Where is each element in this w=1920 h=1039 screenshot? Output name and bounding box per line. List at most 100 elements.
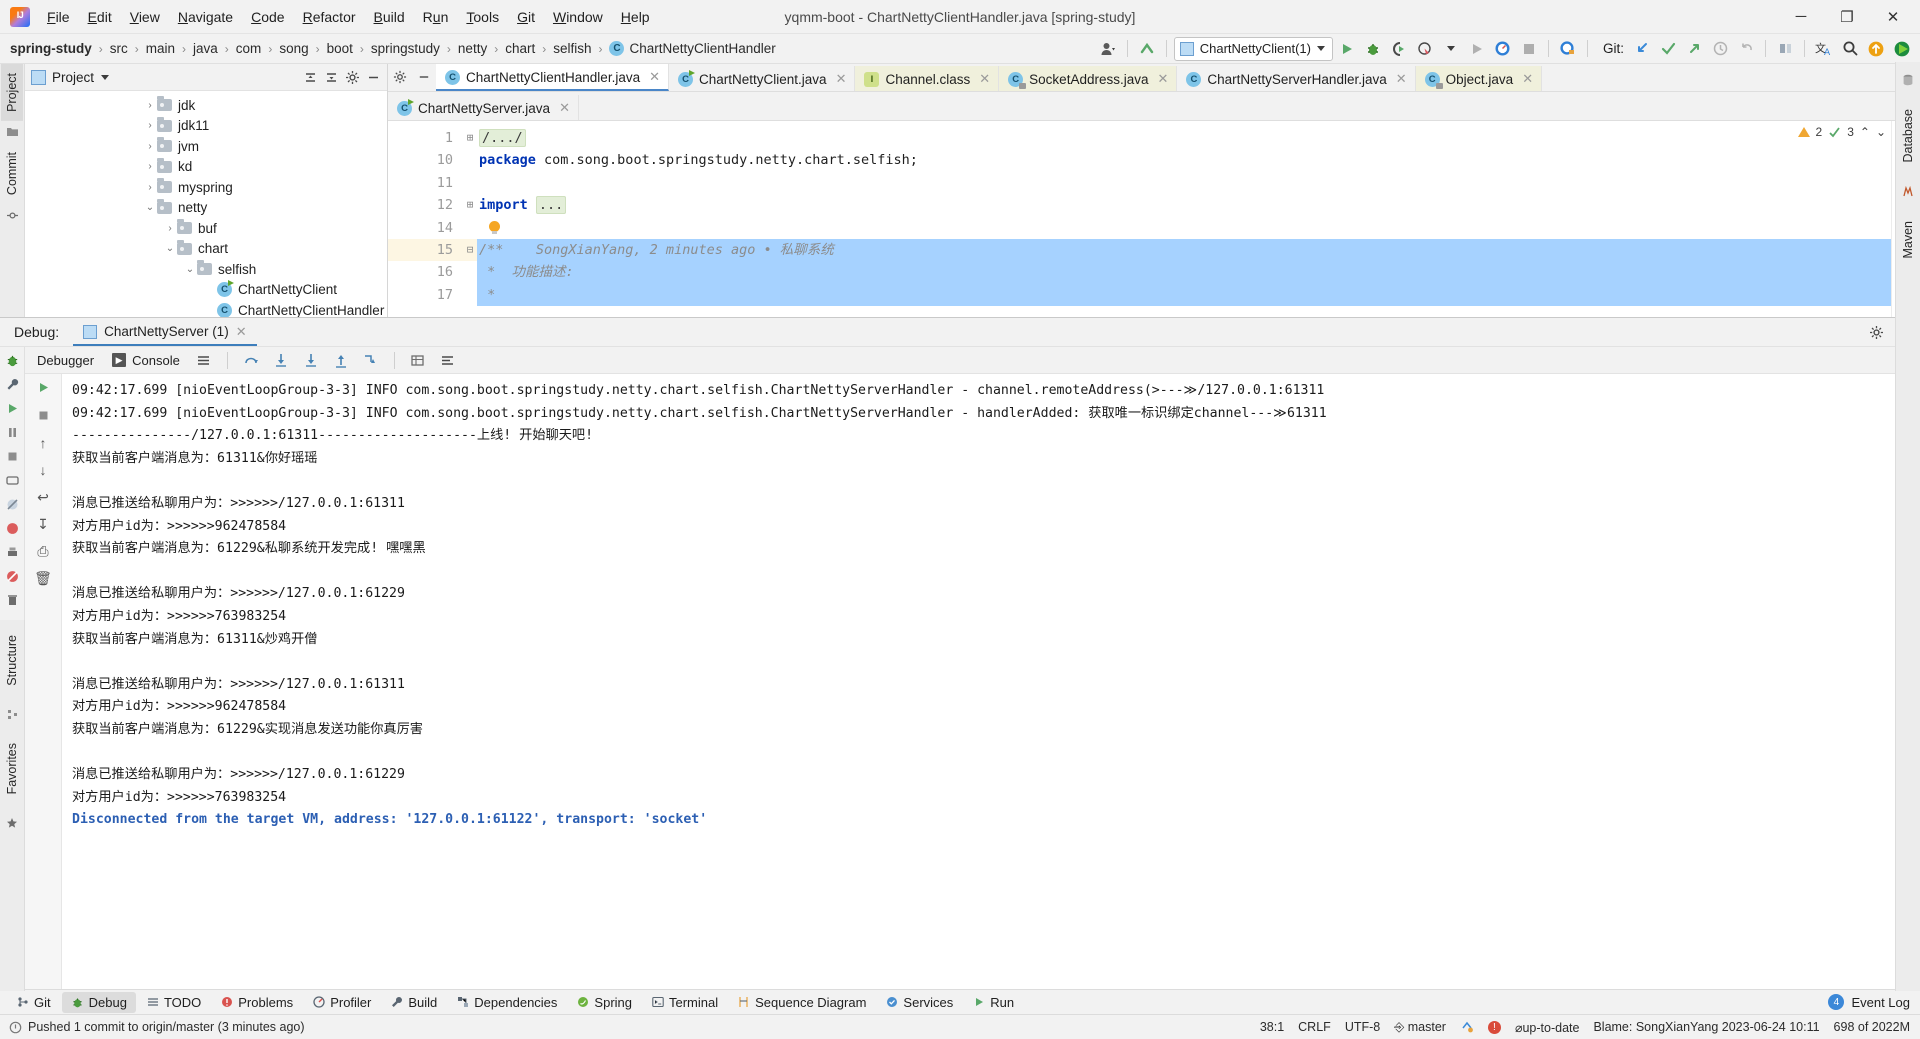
print-icon[interactable] (5, 545, 20, 560)
bottom-tab-debug[interactable]: Debug (61, 991, 136, 1013)
wrap-text-icon[interactable] (436, 348, 460, 372)
breadcrumb-item-spring-study[interactable]: spring-study (4, 39, 94, 58)
tree-node-jdk[interactable]: › jdk (25, 95, 387, 116)
breadcrumb-item-selfish[interactable]: selfish (551, 39, 593, 58)
sidebar-item-database[interactable]: Database (1897, 100, 1919, 172)
chevron-right-icon[interactable]: › (143, 141, 157, 152)
editor-tab-chartnettyclient[interactable]: C ChartNettyClient.java ✕ (669, 66, 856, 91)
bottom-tab-profiler[interactable]: Profiler (304, 992, 380, 1013)
wrench-icon[interactable] (5, 377, 20, 392)
user-avatar-icon[interactable] (1096, 37, 1120, 61)
force-step-into-icon[interactable] (299, 348, 323, 372)
search-icon[interactable] (1838, 37, 1862, 61)
code-viewport[interactable]: 1 10 11 12 14 15 16 17 ⊞ ⊞ ⊟ /.../ packa… (388, 121, 1920, 317)
sidebar-item-project[interactable]: Project (1, 64, 23, 121)
editor-tab-object[interactable]: C Object.java ✕ (1415, 66, 1543, 91)
bottom-tab-git[interactable]: Git (8, 992, 60, 1013)
upload-icon[interactable] (1864, 37, 1888, 61)
close-button[interactable]: ✕ (1870, 1, 1916, 33)
minimize-button[interactable]: ─ (1778, 1, 1824, 33)
update-project-icon[interactable] (1135, 37, 1159, 61)
sidebar-item-maven[interactable]: Maven (1897, 212, 1919, 268)
rerun-icon[interactable] (36, 380, 51, 395)
stop-icon[interactable] (36, 408, 51, 423)
stop-button[interactable] (1517, 37, 1541, 61)
sidebar-item-commit[interactable]: Commit (1, 143, 23, 204)
memory-profiler-icon[interactable] (1491, 37, 1515, 61)
chevron-right-icon[interactable]: › (143, 120, 157, 131)
profiler-plug-icon[interactable] (1556, 37, 1580, 61)
editor-tab-chartnettyserverhandler[interactable]: C ChartNettyServerHandler.java ✕ (1177, 66, 1416, 91)
pause-program-icon[interactable] (5, 425, 20, 440)
chevron-down-icon[interactable]: ⌄ (163, 243, 177, 254)
close-icon[interactable]: ✕ (1157, 71, 1168, 87)
chevron-down-icon[interactable] (101, 74, 110, 80)
error-indicator-icon[interactable]: ! (1487, 1020, 1501, 1034)
git-update-icon[interactable] (1630, 37, 1654, 61)
tree-node-jdk11[interactable]: › jdk11 (25, 116, 387, 137)
menu-run[interactable]: Run (414, 5, 458, 29)
tab-console[interactable]: ▶ Console (106, 351, 186, 370)
scroll-up-icon[interactable]: ↑ (40, 436, 47, 450)
chevron-down-icon[interactable]: ⌄ (1876, 125, 1886, 139)
menu-git[interactable]: Git (508, 5, 544, 29)
editor-tab-chartnettyclienthandler[interactable]: C ChartNettyClientHandler.java ✕ (436, 64, 669, 91)
hide-panel-icon[interactable] (366, 70, 381, 85)
expand-all-icon[interactable] (303, 70, 318, 85)
inspection-profile-icon[interactable] (1460, 1020, 1474, 1034)
breadcrumb-item-main[interactable]: main (144, 39, 177, 58)
run-to-cursor-icon[interactable] (359, 348, 383, 372)
scroll-down-icon[interactable]: ↓ (40, 463, 47, 477)
collapse-all-icon[interactable] (324, 70, 339, 85)
menu-code[interactable]: Code (242, 5, 293, 29)
run-configuration-selector[interactable]: ChartNettyClient(1) (1173, 36, 1333, 61)
line-separator[interactable]: CRLF (1298, 1020, 1331, 1034)
menu-window[interactable]: Window (544, 5, 612, 29)
breadcrumb-item-netty[interactable]: netty (456, 39, 489, 58)
debug-button[interactable] (1361, 37, 1385, 61)
folded-imports-placeholder[interactable]: ... (535, 196, 567, 215)
bottom-tab-problems[interactable]: Problems (212, 992, 302, 1013)
layout-settings-icon[interactable] (192, 348, 216, 372)
breakpoint-icon[interactable] (5, 521, 20, 536)
chevron-up-icon[interactable]: ⌃ (1860, 125, 1870, 139)
git-commit-icon[interactable] (1656, 37, 1680, 61)
breadcrumb-item-com[interactable]: com (234, 39, 264, 58)
resume-program-icon[interactable] (5, 401, 20, 416)
evaluate-expression-icon[interactable] (406, 348, 430, 372)
editor-tab-socketaddress[interactable]: C SocketAddress.java ✕ (999, 66, 1178, 91)
tree-node-chartnettyclient[interactable]: C ChartNettyClient (25, 280, 387, 301)
close-icon[interactable]: ✕ (559, 100, 570, 116)
settings-gear-icon[interactable] (345, 70, 360, 85)
breadcrumb-item-chart[interactable]: chart (503, 39, 537, 58)
close-icon[interactable]: ✕ (979, 71, 990, 87)
bottom-tab-todo[interactable]: TODO (138, 992, 210, 1013)
fold-toggle[interactable]: ⊞ (463, 194, 477, 216)
editor-tab-chartnettyserver[interactable]: C ChartNettyServer.java ✕ (388, 95, 579, 120)
menu-help[interactable]: Help (612, 5, 659, 29)
git-branch-widget[interactable]: ⎆ master (1394, 1020, 1446, 1035)
chevron-right-icon[interactable]: › (143, 100, 157, 111)
compare-icon[interactable] (1773, 37, 1797, 61)
memory-indicator[interactable]: 698 of 2022M (1834, 1020, 1910, 1034)
bottom-tab-terminal[interactable]: Terminal (643, 992, 727, 1013)
settings-gear-icon[interactable] (1869, 325, 1884, 340)
run-with-coverage-button[interactable] (1387, 37, 1411, 61)
chevron-right-icon[interactable]: › (163, 223, 177, 234)
hide-editor-icon[interactable] (412, 65, 436, 89)
console-output[interactable]: 09:42:17.699 [nioEventLoopGroup-3-3] INF… (62, 374, 1920, 989)
run-button[interactable] (1335, 37, 1359, 61)
debug-session-tab[interactable]: ChartNettyServer (1) ✕ (73, 319, 257, 346)
tree-node-jvm[interactable]: › jvm (25, 136, 387, 157)
folded-comment-placeholder[interactable]: /.../ (479, 129, 526, 147)
bottom-tab-sequence-diagram[interactable]: Sequence Diagram (729, 992, 875, 1013)
fold-toggle[interactable]: ⊞ (463, 127, 477, 149)
sidebar-item-favorites[interactable]: Favorites (1, 734, 23, 803)
close-icon[interactable]: ✕ (836, 71, 847, 87)
git-history-icon[interactable] (1708, 37, 1732, 61)
tree-node-chart[interactable]: ⌄ chart (25, 239, 387, 260)
git-push-icon[interactable] (1682, 37, 1706, 61)
debug-bug-icon[interactable] (5, 353, 20, 368)
breadcrumb-item-boot[interactable]: boot (325, 39, 355, 58)
console-line-link[interactable]: Disconnected from the target VM, address… (72, 809, 1920, 832)
